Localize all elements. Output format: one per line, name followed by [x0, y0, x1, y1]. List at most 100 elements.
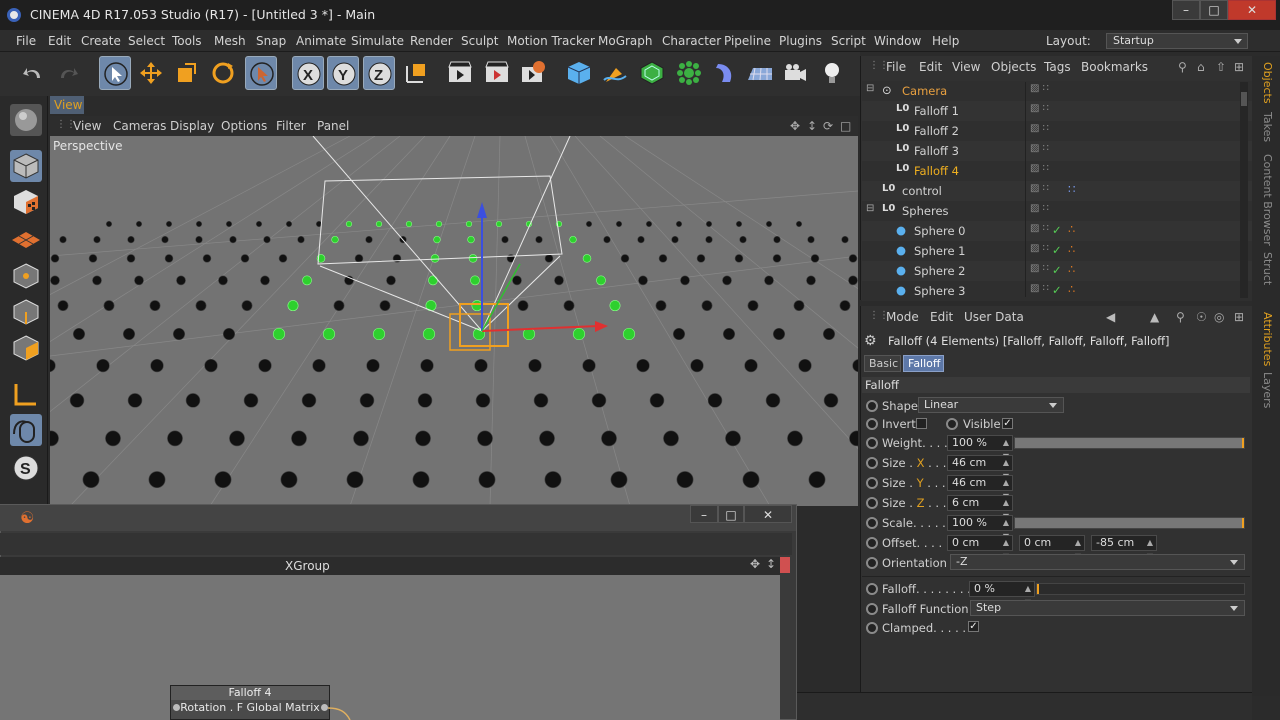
clamped-checkbox[interactable]: ✓ [968, 621, 979, 632]
viewport-menu-panel[interactable]: Panel [317, 119, 349, 133]
cloner-button[interactable] [673, 56, 705, 90]
slider-handle[interactable] [1242, 438, 1244, 448]
xpresso-minimize-button[interactable]: – [690, 505, 718, 523]
offset-y-field[interactable]: 0 cm▲▼ [1019, 535, 1085, 561]
scale-animate-radio[interactable] [866, 517, 878, 529]
objects-menu-objects[interactable]: Objects [991, 60, 1036, 74]
expand-toggle-icon[interactable]: ⊟ [866, 203, 874, 214]
deformer-button[interactable] [709, 56, 741, 90]
back-arrow-icon[interactable]: ◀ [1106, 310, 1115, 324]
snap-button[interactable]: S [10, 452, 42, 484]
cube-object-button[interactable] [563, 56, 595, 90]
y-axis-lock-button[interactable]: Y [327, 56, 359, 90]
scale-tool-button[interactable] [170, 56, 202, 90]
z-axis-lock-button[interactable]: Z [363, 56, 395, 90]
shape-animate-radio[interactable] [866, 400, 878, 412]
falloff-field[interactable]: 0 %▲▼ [969, 581, 1035, 607]
visibility-dots-icon[interactable]: ▨ ∷ [1030, 103, 1049, 114]
up-arrow-icon[interactable]: ▲ [1150, 310, 1159, 324]
object-row[interactable]: L0 control ▨ ∷ ∷ [862, 181, 1252, 201]
x-axis-lock-button[interactable]: X [292, 56, 324, 90]
target-icon[interactable]: ◎ [1214, 310, 1224, 324]
render-to-picture-viewer-button[interactable] [481, 56, 513, 90]
object-row[interactable]: L0 Falloff 4 ▨ ∷ [862, 161, 1252, 181]
tab-objects[interactable]: Objects [1254, 62, 1274, 104]
model-mode-button[interactable] [10, 150, 42, 182]
visibility-dots-icon[interactable]: ▨ ∷ [1030, 163, 1049, 174]
menu-character[interactable]: Character [662, 34, 721, 48]
home-icon[interactable]: ⌂ [1197, 60, 1205, 74]
toggle-view-icon[interactable]: □ [840, 119, 851, 133]
xpresso-maximize-button[interactable]: □ [718, 505, 744, 523]
light-object-button[interactable] [816, 56, 848, 90]
objects-menu-file[interactable]: File [886, 60, 906, 74]
tab-structure[interactable]: Struct [1254, 252, 1274, 285]
xpresso-title-bar[interactable]: ☯ [0, 505, 796, 531]
menu-simulate[interactable]: Simulate [351, 34, 404, 48]
object-row[interactable]: ● Sphere 2 ▨ ∷ ✓ ∴ [862, 261, 1252, 281]
viewport-menu-display[interactable]: Display [170, 119, 214, 133]
up-arrow-icon[interactable]: ⇧ [1216, 60, 1226, 74]
enabled-check-icon[interactable]: ✓ [1052, 263, 1062, 277]
orientation-dropdown[interactable]: -Z [950, 554, 1245, 570]
invert-checkbox[interactable] [916, 418, 927, 429]
enabled-check-icon[interactable]: ✓ [1052, 283, 1062, 297]
visibility-dots-icon[interactable]: ▨ ∷ [1030, 243, 1049, 254]
slider-handle[interactable] [1242, 518, 1244, 528]
menu-snap[interactable]: Snap [256, 34, 286, 48]
objects-menu-view[interactable]: View [952, 60, 980, 74]
pen-spline-button[interactable] [599, 56, 631, 90]
object-row[interactable]: ⊙ ⊟ Camera ▨ ∷ [862, 81, 1252, 101]
viewport-3d[interactable] [50, 136, 858, 506]
tag-icon[interactable]: ∴ [1068, 242, 1075, 256]
tab-takes[interactable]: Takes [1254, 112, 1274, 142]
redo-button[interactable] [52, 56, 84, 90]
attributes-menu-edit[interactable]: Edit [930, 310, 953, 324]
menu-file[interactable]: File [16, 34, 36, 48]
visibility-dots-icon[interactable]: ▨ ∷ [1030, 183, 1049, 194]
move-tool-button[interactable] [135, 56, 167, 90]
make-editable-button[interactable] [10, 104, 42, 136]
menu-select[interactable]: Select [128, 34, 165, 48]
subdivision-surface-button[interactable] [636, 56, 668, 90]
invert-animate-radio[interactable] [866, 418, 878, 430]
xpresso-tag-icon[interactable]: ∷ [1068, 182, 1075, 196]
enable-axis-button[interactable] [10, 378, 42, 410]
objects-menu-tags[interactable]: Tags [1044, 60, 1071, 74]
falloff-function-dropdown[interactable]: Step [970, 600, 1245, 616]
viewport-menu-cameras[interactable]: Cameras [113, 119, 166, 133]
rotate-tool-button[interactable] [207, 56, 239, 90]
visibility-dots-icon[interactable]: ▨ ∷ [1030, 263, 1049, 274]
menu-motion-tracker[interactable]: Motion Tracker [507, 34, 595, 48]
clamped-animate-radio[interactable] [866, 622, 878, 634]
enabled-check-icon[interactable]: ✓ [1052, 243, 1062, 257]
workplane-mode-button[interactable] [10, 222, 42, 254]
object-row[interactable]: L0 ⊟ Spheres ▨ ∷ [862, 201, 1252, 221]
minimize-button[interactable]: – [1172, 0, 1200, 20]
visible-checkbox[interactable]: ✓ [1002, 418, 1013, 429]
visibility-dots-icon[interactable]: ▨ ∷ [1030, 223, 1049, 234]
node-output-connector[interactable] [321, 704, 328, 711]
menu-help[interactable]: Help [932, 34, 959, 48]
expand-toggle-icon[interactable]: ⊟ [866, 83, 874, 94]
tweak-mode-button[interactable] [10, 414, 42, 446]
xpresso-node-canvas[interactable] [0, 575, 780, 720]
rotate-view-icon[interactable]: ⟳ [823, 119, 833, 133]
falloff-function-animate-radio[interactable] [866, 603, 878, 615]
orientation-animate-radio[interactable] [866, 557, 878, 569]
live-selection-button[interactable] [99, 56, 131, 90]
object-row[interactable]: ● Sphere 0 ▨ ∷ ✓ ∴ [862, 221, 1252, 241]
menu-animate[interactable]: Animate [296, 34, 346, 48]
object-list-scrollbar[interactable] [1240, 82, 1248, 298]
new-panel-icon[interactable]: ⊞ [1234, 60, 1244, 74]
menu-sculpt[interactable]: Sculpt [461, 34, 498, 48]
undo-button[interactable] [17, 56, 49, 90]
enabled-check-icon[interactable]: ✓ [1052, 223, 1062, 237]
zoom-view-icon[interactable]: ↕ [807, 119, 817, 133]
visible-animate-radio[interactable] [946, 418, 958, 430]
menu-script[interactable]: Script [831, 34, 866, 48]
object-row[interactable]: L0 Falloff 3 ▨ ∷ [862, 141, 1252, 161]
attributes-menu-user-data[interactable]: User Data [964, 310, 1024, 324]
edges-mode-button[interactable] [10, 296, 42, 328]
visibility-dots-icon[interactable]: ▨ ∷ [1030, 203, 1049, 214]
